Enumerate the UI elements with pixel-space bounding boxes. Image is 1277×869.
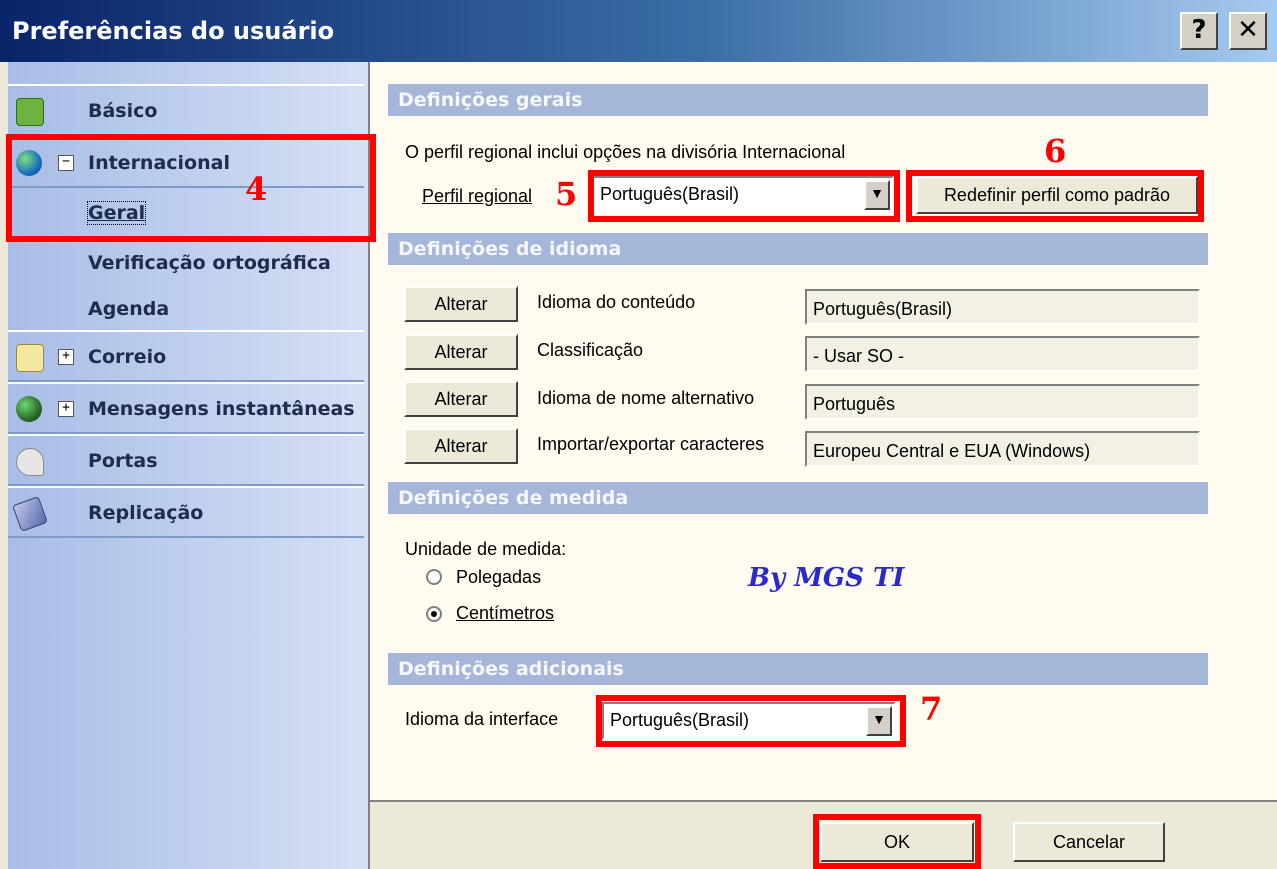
centimeters-label[interactable]: Centímetros <box>456 603 554 624</box>
section-header-general: Definições gerais <box>388 84 1208 116</box>
annotation-box-6 <box>906 170 1204 222</box>
sidebar-item-label: Replicação <box>88 502 204 524</box>
alt-name-language-field: Português <box>805 384 1200 420</box>
sidebar-item-basico[interactable]: Básico <box>8 84 364 136</box>
interface-language-label: Idioma da interface <box>405 709 559 729</box>
close-button[interactable]: ✕ <box>1229 12 1267 50</box>
section-header-measure: Definições de medida <box>388 482 1208 514</box>
change-content-language-button[interactable]: Alterar <box>404 286 518 322</box>
annotation-box-ok <box>813 814 981 869</box>
sidebar-item-label: Básico <box>88 100 158 122</box>
sidebar-item-replicacao[interactable]: Replicação <box>8 486 364 538</box>
sidebar-subitem-verificacao[interactable]: Verificação ortográfica <box>88 252 331 274</box>
annotation-number-7: 7 <box>920 690 943 728</box>
centimeters-radio[interactable] <box>426 606 442 622</box>
inches-label[interactable]: Polegadas <box>456 567 541 588</box>
change-classification-button[interactable]: Alterar <box>404 334 518 370</box>
annotation-number-4: 4 <box>245 170 268 208</box>
inches-radio[interactable] <box>426 569 442 585</box>
watermark-text: By MGS TI <box>748 563 905 593</box>
content-language-field: Português(Brasil) <box>805 289 1200 325</box>
expand-icon[interactable]: + <box>58 401 74 417</box>
sidebar-item-label: Portas <box>88 450 158 472</box>
content-language-label: Idioma do conteúdo <box>537 292 696 312</box>
regional-profile-description: O perfil regional inclui opções na divis… <box>405 142 846 162</box>
cancel-button[interactable]: Cancelar <box>1013 822 1165 862</box>
unit-of-measure-label: Unidade de medida: <box>405 539 567 559</box>
help-button[interactable]: ? <box>1180 12 1218 50</box>
replication-icon <box>12 496 48 532</box>
ports-icon <box>16 448 44 476</box>
section-header-additional: Definições adicionais <box>388 653 1208 685</box>
basic-icon <box>16 98 44 126</box>
import-export-label: Importar/exportar caracteres <box>537 434 765 454</box>
annotation-number-5: 5 <box>555 175 578 213</box>
change-import-export-button[interactable]: Alterar <box>404 428 518 464</box>
change-alt-name-language-button[interactable]: Alterar <box>404 381 518 417</box>
sidebar-item-portas[interactable]: Portas <box>8 434 364 486</box>
import-export-field: Europeu Central e EUA (Windows) <box>805 431 1200 467</box>
mail-icon <box>16 344 44 372</box>
sidebar-subitem-agenda[interactable]: Agenda <box>88 298 169 320</box>
annotation-box-7 <box>596 695 906 747</box>
sidebar-item-label: Correio <box>88 346 167 368</box>
annotation-box-5 <box>588 170 900 222</box>
classification-label: Classificação <box>537 340 644 360</box>
preferences-window: Preferências do usuário ? ✕ Básico − Int… <box>0 0 1277 869</box>
annotation-box-4 <box>6 134 376 242</box>
sidebar-item-mensagens[interactable]: + Mensagens instantâneas <box>8 382 364 434</box>
instant-messages-icon <box>16 396 42 422</box>
title-bar[interactable]: Preferências do usuário ? ✕ <box>0 0 1277 62</box>
window-title: Preferências do usuário <box>12 17 335 45</box>
expand-icon[interactable]: + <box>58 349 74 365</box>
classification-field: - Usar SO - <box>805 336 1200 372</box>
regional-profile-label: Perfil regional <box>422 186 533 206</box>
sidebar-item-correio[interactable]: + Correio <box>8 330 364 382</box>
alt-name-language-label: Idioma de nome alternativo <box>537 388 755 408</box>
sidebar-item-label: Mensagens instantâneas <box>88 398 355 420</box>
section-header-language: Definições de idioma <box>388 233 1208 265</box>
annotation-number-6: 6 <box>1044 132 1067 170</box>
